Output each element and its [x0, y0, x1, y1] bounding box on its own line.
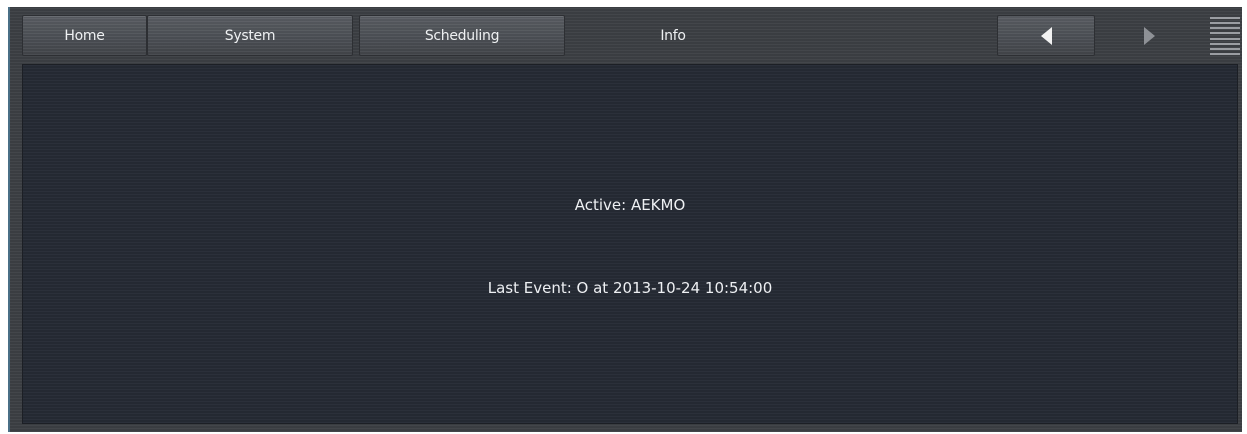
tab-info-label: Info — [660, 27, 686, 44]
tab-system-label: System — [224, 27, 276, 44]
app-window: Home System Scheduling Info Active: AEKM… — [8, 7, 1242, 432]
menu-icon[interactable] — [1210, 17, 1240, 55]
forward-button[interactable] — [1100, 15, 1198, 56]
triangle-right-icon — [1143, 26, 1155, 45]
tab-scheduling[interactable]: Scheduling — [359, 15, 565, 56]
tab-scheduling-label: Scheduling — [424, 27, 500, 44]
tab-system[interactable]: System — [147, 15, 353, 56]
tab-home-label: Home — [64, 27, 105, 44]
last-event-text: Last Event: O at 2013-10-24 10:54:00 — [487, 279, 773, 297]
tab-info[interactable]: Info — [565, 15, 781, 56]
back-button[interactable] — [997, 15, 1095, 56]
triangle-left-icon — [1040, 26, 1052, 45]
active-status-text: Active: AEKMO — [574, 196, 686, 214]
top-navigation-bar: Home System Scheduling Info — [22, 11, 1244, 61]
tab-home[interactable]: Home — [22, 15, 147, 56]
info-panel: Active: AEKMO Last Event: O at 2013-10-2… — [22, 64, 1238, 424]
